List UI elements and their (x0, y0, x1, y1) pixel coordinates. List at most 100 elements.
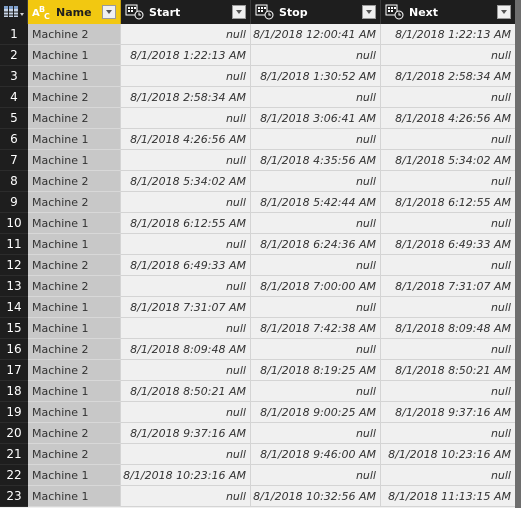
column-header-name[interactable]: A B C Name (28, 0, 121, 24)
cell-next[interactable]: 8/1/2018 1:22:13 AM (381, 24, 515, 45)
row-number[interactable]: 1 (0, 24, 28, 45)
cell-name[interactable]: Machine 1 (28, 213, 121, 234)
cell-start[interactable]: null (121, 486, 251, 507)
cell-stop[interactable]: 8/1/2018 1:30:52 AM (251, 66, 381, 87)
row-number[interactable]: 19 (0, 402, 28, 423)
row-number[interactable]: 16 (0, 339, 28, 360)
cell-next[interactable]: null (381, 171, 515, 192)
cell-stop[interactable]: null (251, 45, 381, 66)
cell-next[interactable]: 8/1/2018 8:50:21 AM (381, 360, 515, 381)
cell-start[interactable]: 8/1/2018 1:22:13 AM (121, 45, 251, 66)
cell-name[interactable]: Machine 1 (28, 234, 121, 255)
cell-start[interactable]: null (121, 66, 251, 87)
cell-next[interactable]: null (381, 129, 515, 150)
table-menu-button[interactable] (0, 0, 28, 24)
filter-dropdown-button[interactable] (232, 5, 246, 19)
cell-start[interactable]: 8/1/2018 10:23:16 AM (121, 465, 251, 486)
cell-next[interactable]: null (381, 255, 515, 276)
table-row[interactable]: 21 Machine 2 null 8/1/2018 9:46:00 AM 8/1/20… (0, 444, 515, 465)
cell-next[interactable]: 8/1/2018 8:09:48 AM (381, 318, 515, 339)
cell-next[interactable]: 8/1/2018 7:31:07 AM (381, 276, 515, 297)
cell-stop[interactable]: null (251, 423, 381, 444)
cell-name[interactable]: Machine 2 (28, 24, 121, 45)
cell-name[interactable]: Machine 1 (28, 150, 121, 171)
cell-name[interactable]: Machine 2 (28, 423, 121, 444)
cell-start[interactable]: 8/1/2018 4:26:56 AM (121, 129, 251, 150)
cell-start[interactable]: 8/1/2018 9:37:16 AM (121, 423, 251, 444)
cell-start[interactable]: null (121, 192, 251, 213)
row-number[interactable]: 12 (0, 255, 28, 276)
row-number[interactable]: 15 (0, 318, 28, 339)
cell-start[interactable]: null (121, 276, 251, 297)
cell-name[interactable]: Machine 1 (28, 297, 121, 318)
table-row[interactable]: 9 Machine 2 null 8/1/2018 5:42:44 AM 8/1/201… (0, 192, 515, 213)
cell-next[interactable]: null (381, 45, 515, 66)
cell-next[interactable]: null (381, 87, 515, 108)
cell-next[interactable]: null (381, 381, 515, 402)
table-row[interactable]: 16 Machine 2 8/1/2018 8:09:48 AM null null (0, 339, 515, 360)
row-number[interactable]: 18 (0, 381, 28, 402)
datetime-type-icon[interactable] (125, 4, 145, 20)
cell-name[interactable]: Machine 2 (28, 360, 121, 381)
row-number[interactable]: 6 (0, 129, 28, 150)
cell-stop[interactable]: 8/1/2018 12:00:41 AM (251, 24, 381, 45)
cell-start[interactable]: 8/1/2018 7:31:07 AM (121, 297, 251, 318)
cell-stop[interactable]: 8/1/2018 4:35:56 AM (251, 150, 381, 171)
cell-next[interactable]: 8/1/2018 9:37:16 AM (381, 402, 515, 423)
row-number[interactable]: 22 (0, 465, 28, 486)
table-row[interactable]: 10 Machine 1 8/1/2018 6:12:55 AM null null (0, 213, 515, 234)
cell-stop[interactable]: null (251, 213, 381, 234)
cell-stop[interactable]: 8/1/2018 7:00:00 AM (251, 276, 381, 297)
cell-start[interactable]: null (121, 318, 251, 339)
table-row[interactable]: 19 Machine 1 null 8/1/2018 9:00:25 AM 8/1/20… (0, 402, 515, 423)
table-row[interactable]: 17 Machine 2 null 8/1/2018 8:19:25 AM 8/1/20… (0, 360, 515, 381)
table-row[interactable]: 20 Machine 2 8/1/2018 9:37:16 AM null null (0, 423, 515, 444)
cell-name[interactable]: Machine 2 (28, 339, 121, 360)
cell-start[interactable]: null (121, 234, 251, 255)
cell-stop[interactable]: null (251, 297, 381, 318)
cell-name[interactable]: Machine 2 (28, 255, 121, 276)
table-row[interactable]: 3 Machine 1 null 8/1/2018 1:30:52 AM 8/1/201… (0, 66, 515, 87)
cell-next[interactable]: null (381, 339, 515, 360)
cell-name[interactable]: Machine 1 (28, 66, 121, 87)
table-row[interactable]: 11 Machine 1 null 8/1/2018 6:24:36 AM 8/1/20… (0, 234, 515, 255)
cell-name[interactable]: Machine 2 (28, 87, 121, 108)
table-row[interactable]: 6 Machine 1 8/1/2018 4:26:56 AM null null (0, 129, 515, 150)
cell-start[interactable]: null (121, 24, 251, 45)
table-row[interactable]: 8 Machine 2 8/1/2018 5:34:02 AM null null (0, 171, 515, 192)
cell-next[interactable]: 8/1/2018 11:13:15 AM (381, 486, 515, 507)
row-number[interactable]: 4 (0, 87, 28, 108)
cell-next[interactable]: 8/1/2018 5:34:02 AM (381, 150, 515, 171)
table-row[interactable]: 12 Machine 2 8/1/2018 6:49:33 AM null null (0, 255, 515, 276)
text-type-icon[interactable]: A B C (32, 4, 52, 20)
cell-name[interactable]: Machine 1 (28, 318, 121, 339)
cell-start[interactable]: null (121, 444, 251, 465)
table-row[interactable]: 1 Machine 2 null 8/1/2018 12:00:41 AM 8/1/20… (0, 24, 515, 45)
datetime-type-icon[interactable] (385, 4, 405, 20)
cell-name[interactable]: Machine 1 (28, 45, 121, 66)
cell-next[interactable]: 8/1/2018 6:49:33 AM (381, 234, 515, 255)
cell-name[interactable]: Machine 2 (28, 108, 121, 129)
cell-start[interactable]: 8/1/2018 6:49:33 AM (121, 255, 251, 276)
column-header-next[interactable]: Next (381, 0, 515, 24)
cell-stop[interactable]: 8/1/2018 9:46:00 AM (251, 444, 381, 465)
cell-start[interactable]: 8/1/2018 8:50:21 AM (121, 381, 251, 402)
filter-dropdown-button[interactable] (497, 5, 511, 19)
table-row[interactable]: 23 Machine 1 null 8/1/2018 10:32:56 AM 8/1/2… (0, 486, 515, 507)
cell-start[interactable]: 8/1/2018 6:12:55 AM (121, 213, 251, 234)
cell-next[interactable]: null (381, 465, 515, 486)
table-row[interactable]: 4 Machine 2 8/1/2018 2:58:34 AM null null (0, 87, 515, 108)
cell-stop[interactable]: null (251, 465, 381, 486)
cell-start[interactable]: null (121, 360, 251, 381)
cell-next[interactable]: 8/1/2018 6:12:55 AM (381, 192, 515, 213)
row-number[interactable]: 10 (0, 213, 28, 234)
row-number[interactable]: 5 (0, 108, 28, 129)
cell-name[interactable]: Machine 1 (28, 402, 121, 423)
table-row[interactable]: 18 Machine 1 8/1/2018 8:50:21 AM null null (0, 381, 515, 402)
cell-stop[interactable]: null (251, 171, 381, 192)
datetime-type-icon[interactable] (255, 4, 275, 20)
cell-name[interactable]: Machine 2 (28, 444, 121, 465)
cell-name[interactable]: Machine 1 (28, 381, 121, 402)
cell-stop[interactable]: 8/1/2018 9:00:25 AM (251, 402, 381, 423)
cell-next[interactable]: 8/1/2018 4:26:56 AM (381, 108, 515, 129)
